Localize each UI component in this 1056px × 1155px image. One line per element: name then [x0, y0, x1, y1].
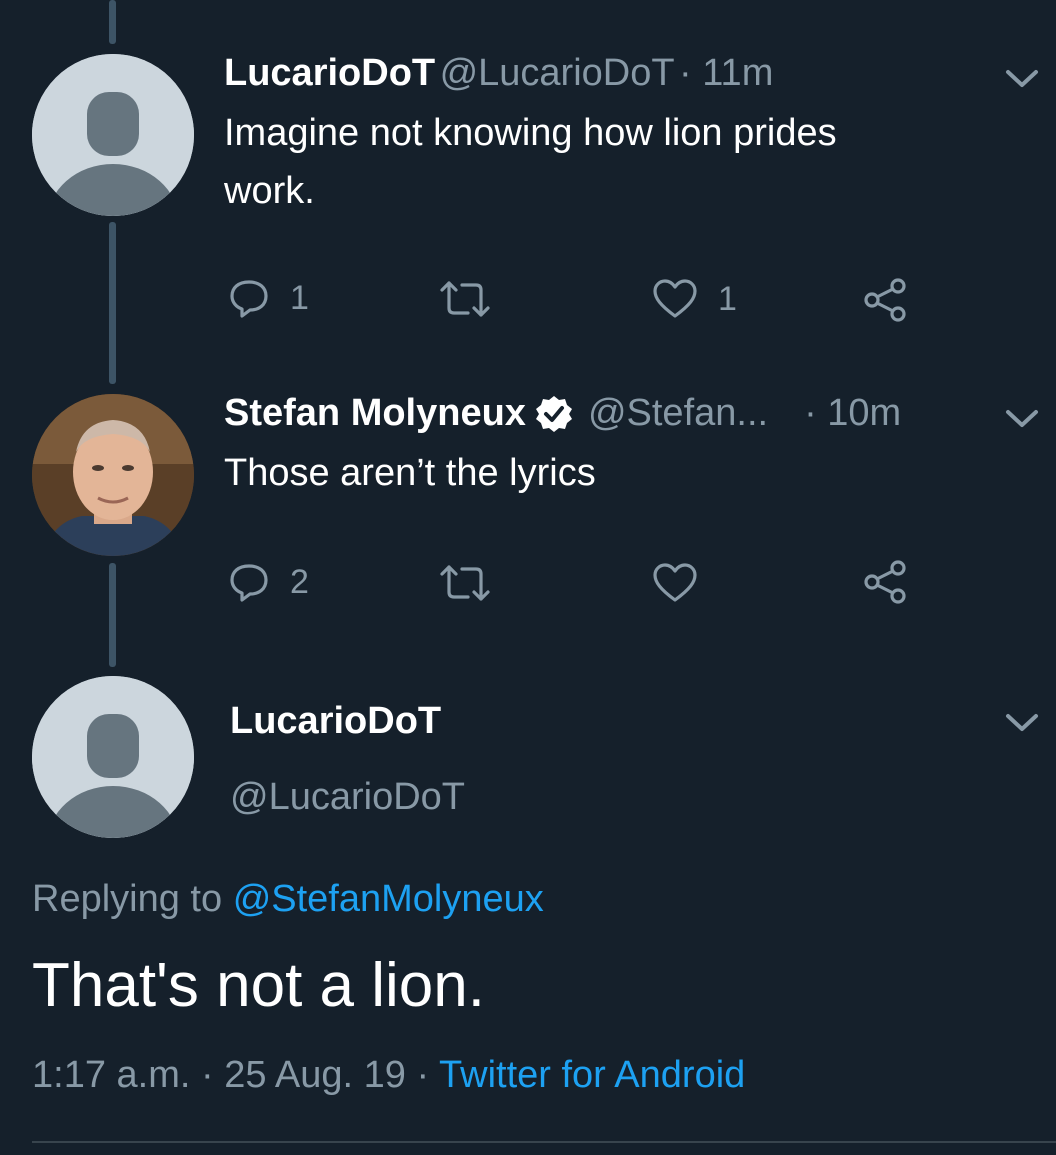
like-count: 1 — [718, 279, 737, 318]
share-button[interactable] — [862, 558, 910, 606]
tweet-text: Imagine not knowing how lion prides work… — [224, 112, 837, 212]
avatar[interactable] — [32, 394, 194, 556]
like-icon — [653, 563, 697, 602]
thread-line-top — [109, 0, 116, 44]
avatar[interactable] — [32, 54, 194, 216]
source-link[interactable]: Twitter for Android — [439, 1054, 745, 1096]
chevron-down-icon[interactable] — [1004, 66, 1040, 90]
retweet-icon — [440, 281, 490, 317]
thread-line-1 — [109, 222, 116, 384]
verified-badge-icon — [535, 395, 572, 432]
tweet-header: LucarioDoT @LucarioDoT · 11m — [224, 52, 773, 95]
default-avatar-icon — [32, 676, 194, 838]
chevron-down-icon[interactable] — [1004, 710, 1040, 734]
like-button[interactable]: 1 — [652, 278, 737, 320]
thread-line-2 — [109, 563, 116, 667]
share-icon — [864, 278, 906, 322]
user-handle[interactable]: @Stefan... — [588, 392, 768, 435]
timestamp[interactable]: · 11m — [679, 52, 773, 94]
profile-photo — [32, 394, 194, 556]
timestamp[interactable]: · 10m — [804, 392, 901, 435]
tweet-meta: 1:17 a.m. · 25 Aug. 19 · Twitter for And… — [32, 1054, 745, 1097]
tweet-time[interactable]: 1:17 a.m. — [32, 1054, 190, 1096]
display-name[interactable]: LucarioDoT — [230, 700, 441, 743]
share-button[interactable] — [862, 276, 910, 324]
chevron-down-icon[interactable] — [1004, 406, 1040, 430]
tweet-date[interactable]: 25 Aug. 19 — [224, 1054, 406, 1096]
retweet-button[interactable] — [438, 564, 492, 602]
tweet-text: Those aren’t the lyrics — [224, 452, 596, 494]
default-avatar-icon — [32, 54, 194, 216]
like-button[interactable] — [652, 562, 698, 604]
reply-icon — [230, 564, 268, 602]
replying-to: Replying to @StefanMolyneux — [32, 878, 544, 921]
separator: · — [416, 1054, 430, 1096]
share-icon — [864, 560, 906, 604]
replying-prefix: Replying to — [32, 878, 223, 920]
reply-button[interactable]: 2 — [228, 562, 309, 602]
reply-icon — [230, 280, 268, 318]
display-name[interactable]: Stefan Molyneux — [224, 392, 526, 435]
reply-count: 1 — [290, 278, 309, 317]
separator: · — [200, 1054, 214, 1096]
replying-to-link[interactable]: @StefanMolyneux — [233, 878, 544, 920]
tweet-header: Stefan Molyneux @Stefan... · 10m — [224, 392, 901, 435]
avatar[interactable] — [32, 676, 194, 838]
user-handle[interactable]: @LucarioDoT — [230, 776, 465, 819]
retweet-button[interactable] — [438, 280, 492, 318]
reply-button[interactable]: 1 — [228, 278, 309, 318]
like-icon — [653, 279, 697, 318]
retweet-icon — [440, 565, 490, 601]
reply-count: 2 — [290, 562, 309, 601]
main-tweet-text: That's not a lion. — [32, 951, 485, 1020]
display-name[interactable]: LucarioDoT — [224, 52, 435, 94]
user-handle[interactable]: @LucarioDoT — [440, 52, 675, 94]
divider — [32, 1141, 1056, 1143]
